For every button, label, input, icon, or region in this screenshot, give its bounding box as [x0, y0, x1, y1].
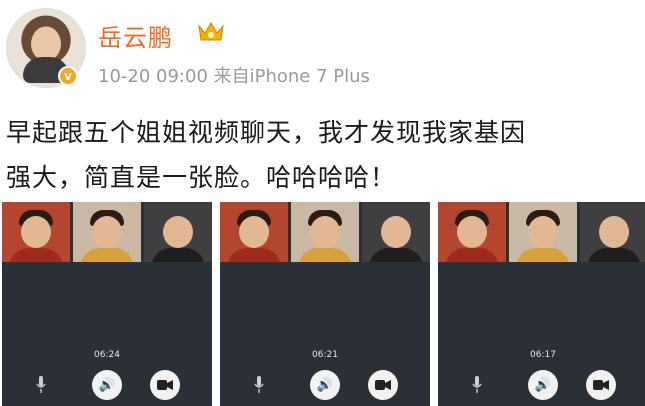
verified-badge-icon: v: [58, 66, 78, 86]
call-timer: 06:17: [530, 350, 556, 360]
speaker-button[interactable]: 🔊: [528, 370, 558, 400]
participant-video: [438, 202, 506, 262]
video-call-screenshot[interactable]: 06:24 🔊: [2, 202, 212, 406]
participant-video: [144, 202, 212, 262]
video-camera-icon: [593, 380, 609, 390]
participant-video: [291, 202, 359, 262]
call-controls: 🔊: [220, 370, 430, 400]
camera-button[interactable]: [586, 370, 616, 400]
microphone-icon[interactable]: [254, 376, 264, 394]
speaker-icon: 🔊: [316, 377, 334, 393]
call-controls: 🔊: [2, 370, 212, 400]
video-camera-icon: [375, 380, 391, 390]
microphone-icon[interactable]: [36, 376, 46, 394]
participant-video: [220, 202, 288, 262]
video-camera-icon: [157, 380, 173, 390]
image-gallery: 06:24 🔊 06:21 🔊 06:17 🔊: [0, 202, 645, 406]
participant-video: [509, 202, 577, 262]
speaker-button[interactable]: 🔊: [310, 370, 340, 400]
video-call-screenshot[interactable]: 06:17 🔊: [438, 202, 645, 406]
call-timer: 06:24: [94, 350, 120, 360]
video-call-screenshot[interactable]: 06:21 🔊: [220, 202, 430, 406]
camera-button[interactable]: [150, 370, 180, 400]
call-timer: 06:21: [312, 350, 338, 360]
post-text-line: 早起跟五个姐姐视频聊天，我才发现我家基因: [6, 118, 527, 147]
post-meta: 10-20 09:00 来自iPhone 7 Plus: [98, 66, 370, 87]
post-text: 早起跟五个姐姐视频聊天，我才发现我家基因 强大，简直是一张脸。哈哈哈哈！: [6, 110, 636, 200]
video-tiles: [438, 202, 645, 262]
video-tiles: [2, 202, 212, 262]
post-header: v 岳云鹏 10-20 09:00 来自iPhone 7 Plus: [0, 0, 645, 110]
participant-video: [362, 202, 430, 262]
vip-crown-icon: [198, 22, 224, 41]
speaker-icon: 🔊: [98, 377, 116, 393]
participant-video: [2, 202, 70, 262]
microphone-icon[interactable]: [472, 376, 482, 394]
participant-video: [73, 202, 141, 262]
username[interactable]: 岳云鹏: [98, 18, 173, 53]
post-text-line: 强大，简直是一张脸。哈哈哈哈！: [6, 163, 397, 192]
video-tiles: [220, 202, 430, 262]
avatar-face: [31, 27, 61, 61]
participant-video: [580, 202, 645, 262]
speaker-button[interactable]: 🔊: [92, 370, 122, 400]
camera-button[interactable]: [368, 370, 398, 400]
speaker-icon: 🔊: [534, 377, 552, 393]
call-controls: 🔊: [438, 370, 645, 400]
